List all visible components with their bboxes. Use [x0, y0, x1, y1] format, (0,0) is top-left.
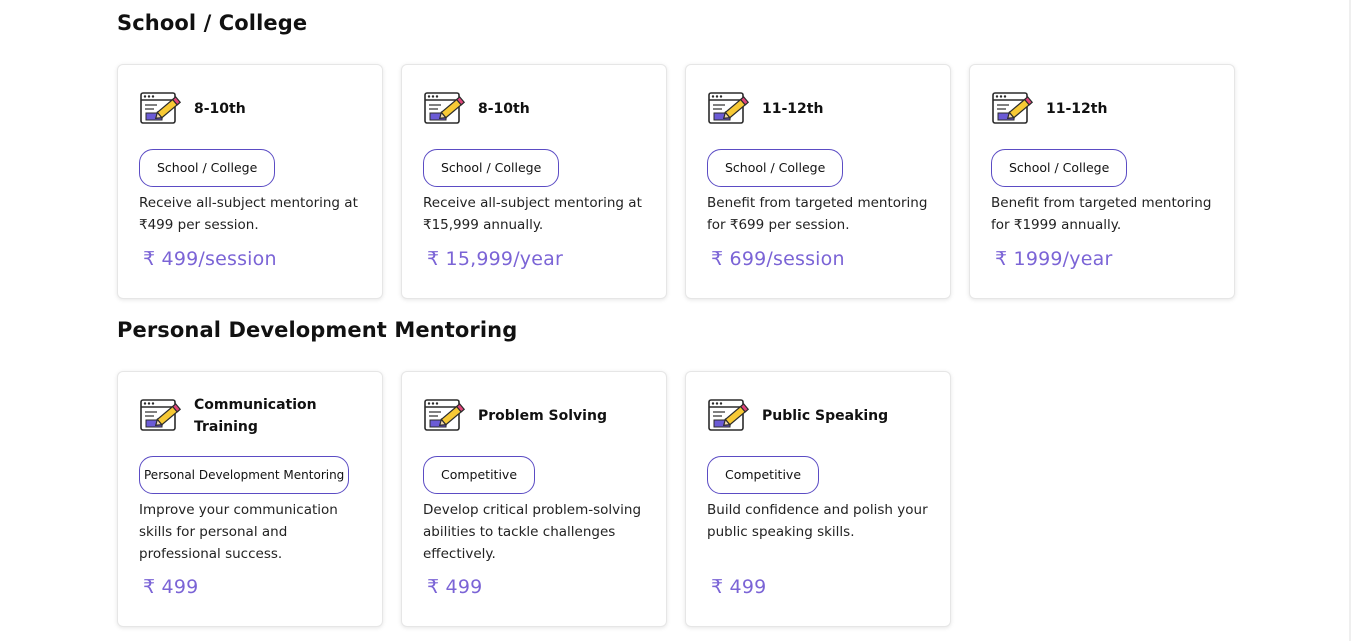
course-card[interactable]: 11-12th School / College Benefit from ta…	[969, 64, 1235, 299]
card-title: 8-10th	[194, 101, 246, 117]
card-title: Problem Solving	[478, 408, 607, 424]
code-editor-pencil-icon	[708, 399, 750, 431]
card-description: Benefit from targeted mentoring for ₹699…	[707, 195, 928, 233]
card-price: ₹ 1999/year	[995, 248, 1113, 270]
card-description: Build confidence and polish your public …	[707, 502, 928, 540]
section-title-school-college: School / College	[117, 11, 308, 35]
card-price: ₹ 499	[427, 576, 483, 598]
code-editor-pencil-icon	[992, 92, 1034, 124]
category-tag[interactable]: School / College	[991, 149, 1128, 187]
card-header: 11-12th	[707, 89, 930, 129]
category-tag[interactable]: School / College	[139, 149, 276, 187]
category-tag[interactable]: Personal Development Mentoring	[139, 456, 350, 494]
category-tag[interactable]: Competitive	[707, 456, 820, 494]
card-title: Communication Training	[194, 397, 317, 435]
card-price: ₹ 499	[711, 576, 767, 598]
section-title-personal-development: Personal Development Mentoring	[117, 318, 518, 342]
course-card[interactable]: 8-10th School / College Receive all-subj…	[401, 64, 667, 299]
card-title: 11-12th	[1046, 101, 1108, 117]
card-price: ₹ 499	[143, 576, 199, 598]
code-editor-pencil-icon	[424, 399, 466, 431]
course-card[interactable]: Problem Solving Competitive Develop crit…	[401, 371, 667, 627]
card-description: Develop critical problem-solving abiliti…	[423, 502, 642, 562]
course-card[interactable]: 11-12th School / College Benefit from ta…	[685, 64, 951, 299]
card-header: Communication Training	[139, 396, 362, 436]
category-tag[interactable]: School / College	[423, 149, 560, 187]
card-description: Receive all-subject mentoring at ₹15,999…	[423, 195, 642, 233]
page: School / College 8-10th School / College…	[0, 0, 1351, 641]
card-grid-school-college: 8-10th School / College Receive all-subj…	[117, 64, 1235, 299]
code-editor-pencil-icon	[424, 92, 466, 124]
code-editor-pencil-icon	[140, 399, 182, 431]
code-editor-pencil-icon	[140, 92, 182, 124]
card-header: Public Speaking	[707, 396, 930, 436]
card-header: 11-12th	[991, 89, 1214, 129]
card-title: Public Speaking	[762, 408, 889, 424]
course-card[interactable]: 8-10th School / College Receive all-subj…	[117, 64, 383, 299]
course-card[interactable]: Communication Training Personal Developm…	[117, 371, 383, 627]
course-card[interactable]: Public Speaking Competitive Build confid…	[685, 371, 951, 627]
card-price: ₹ 699/session	[711, 248, 845, 270]
category-tag[interactable]: Competitive	[423, 456, 536, 494]
code-editor-pencil-icon	[708, 92, 750, 124]
card-price: ₹ 15,999/year	[427, 248, 563, 270]
card-description: Receive all-subject mentoring at ₹499 pe…	[139, 195, 358, 233]
card-grid-personal-development: Communication Training Personal Developm…	[117, 371, 951, 627]
card-price: ₹ 499/session	[143, 248, 277, 270]
card-header: 8-10th	[423, 89, 646, 129]
card-title: 11-12th	[762, 101, 824, 117]
card-title: 8-10th	[478, 101, 530, 117]
card-header: 8-10th	[139, 89, 362, 129]
card-description: Improve your communication skills for pe…	[139, 502, 338, 562]
card-description: Benefit from targeted mentoring for ₹199…	[991, 195, 1212, 233]
card-header: Problem Solving	[423, 396, 646, 436]
category-tag[interactable]: School / College	[707, 149, 844, 187]
